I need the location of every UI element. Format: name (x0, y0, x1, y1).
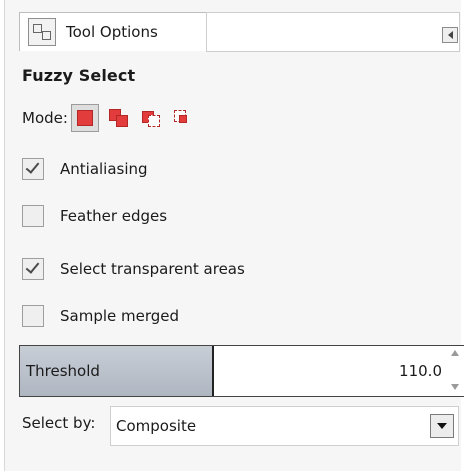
tab-tool-options[interactable]: Tool Options (19, 12, 207, 51)
sample-merged-label: Sample merged (60, 307, 180, 325)
tool-title: Fuzzy Select (22, 66, 136, 85)
spin-up-icon[interactable] (451, 350, 459, 356)
collapse-panel-icon[interactable] (442, 27, 458, 43)
select-transparent-option[interactable]: Select transparent areas (22, 258, 245, 280)
spin-down-icon[interactable] (451, 384, 459, 390)
tab-label: Tool Options (66, 23, 158, 41)
select-by-row: Select by: (22, 414, 101, 432)
sample-merged-option[interactable]: Sample merged (22, 305, 179, 327)
select-by-value: Composite (116, 417, 197, 435)
threshold-spin-buttons[interactable] (450, 350, 460, 390)
select-transparent-label: Select transparent areas (60, 260, 245, 278)
replace-selection-icon[interactable] (70, 104, 99, 132)
antialiasing-checkbox[interactable] (22, 158, 44, 180)
tab-bar-empty-area (206, 12, 460, 52)
intersect-selection-icon[interactable] (169, 105, 195, 131)
tool-options-panel: Tool Options Fuzzy Select Mode: Antialia… (4, 0, 464, 471)
antialiasing-label: Antialiasing (60, 160, 148, 178)
feather-edges-option[interactable]: Feather edges (22, 205, 167, 227)
threshold-label: Threshold (26, 362, 100, 380)
feather-edges-label: Feather edges (60, 207, 168, 225)
select-by-dropdown[interactable]: Composite (110, 406, 459, 446)
threshold-slider[interactable]: Threshold 110.0 (19, 345, 464, 397)
add-selection-icon[interactable] (105, 105, 131, 131)
chevron-down-icon[interactable] (430, 414, 454, 438)
mode-label: Mode: (22, 109, 68, 127)
tool-options-icon (28, 18, 56, 46)
feather-edges-checkbox[interactable] (22, 205, 44, 227)
sample-merged-checkbox[interactable] (22, 305, 44, 327)
select-by-label: Select by: (22, 414, 96, 432)
threshold-value: 110.0 (399, 362, 442, 380)
select-transparent-checkbox[interactable] (22, 258, 44, 280)
subtract-selection-icon[interactable] (137, 105, 163, 131)
mode-row: Mode: (22, 104, 201, 132)
antialiasing-option[interactable]: Antialiasing (22, 158, 148, 180)
